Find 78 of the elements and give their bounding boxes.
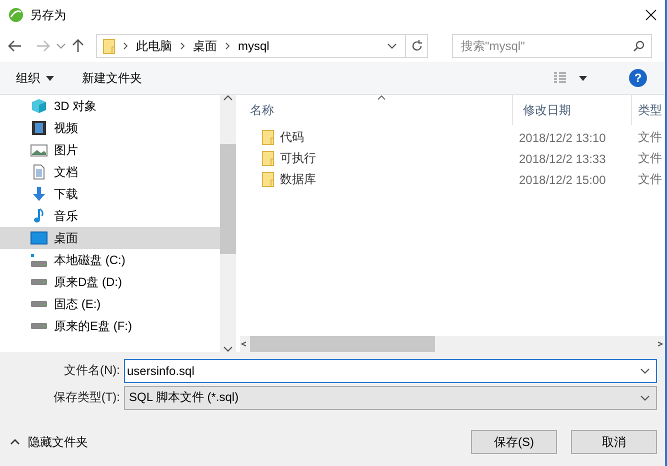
drive-icon	[31, 301, 47, 307]
chevron-down-icon	[387, 43, 397, 49]
sort-caret-icon	[377, 95, 386, 100]
close-icon[interactable]	[645, 9, 657, 21]
file-name-field[interactable]: usersinfo.sql	[124, 358, 657, 382]
folder-icon	[103, 38, 115, 54]
chevron-right-icon	[225, 42, 230, 50]
down-arrow-icon	[30, 186, 48, 202]
breadcrumb-item[interactable]: mysql	[238, 39, 270, 53]
sidebar-item[interactable]: 原来的E盘 (F:)	[0, 315, 220, 337]
sidebar-item[interactable]: 下载	[0, 183, 220, 205]
chevron-right-icon	[123, 42, 128, 50]
view-options-icon[interactable]	[553, 72, 589, 84]
help-button[interactable]: ?	[629, 69, 647, 87]
picture-icon	[30, 142, 48, 158]
breadcrumb-item[interactable]: 此电脑	[136, 38, 172, 54]
folder-icon	[262, 130, 274, 145]
file-row[interactable]: 可执行 2018/12/2 13:33 文件	[240, 148, 665, 169]
sidebar-item[interactable]: 桌面	[0, 227, 220, 249]
file-type-label: 保存类型(T):	[52, 389, 121, 406]
back-arrow-icon[interactable]	[8, 40, 22, 52]
address-bar[interactable]: 此电脑 桌面 mysql	[96, 34, 428, 58]
modified-date: 2018/12/2 15:00	[518, 172, 607, 186]
file-type: 文件	[637, 171, 663, 188]
organize-button[interactable]: 组织	[14, 68, 56, 88]
window-title: 另存为	[30, 6, 67, 24]
hide-folders-button[interactable]: 隐藏文件夹	[0, 434, 88, 450]
app-logo-icon	[8, 7, 24, 23]
sidebar-item[interactable]: 固态 (E:)	[0, 293, 220, 315]
drive-icon	[31, 323, 47, 329]
drive-icon	[31, 254, 47, 266]
sidebar-item[interactable]: 本地磁盘 (C:)	[0, 249, 220, 271]
sidebar-item[interactable]: 图片	[0, 139, 220, 161]
dropdown-triangle-icon	[46, 76, 54, 80]
new-folder-button[interactable]: 新建文件夹	[80, 68, 144, 88]
refresh-icon	[410, 40, 422, 52]
sidebar-item[interactable]: 视频	[0, 117, 220, 139]
chevron-down-icon	[640, 394, 650, 400]
scroll-down-icon	[223, 346, 233, 352]
cancel-button[interactable]: 取消	[571, 430, 657, 454]
monitor-icon	[30, 230, 48, 246]
drive-icon	[31, 279, 47, 285]
horizontal-scrollbar[interactable]	[240, 336, 665, 352]
search-icon	[633, 40, 645, 52]
save-button[interactable]: 保存(S)	[471, 430, 557, 454]
vertical-scrollbar[interactable]	[220, 95, 236, 352]
folder-icon	[262, 151, 274, 166]
breadcrumb-item[interactable]: 桌面	[193, 38, 217, 54]
search-field[interactable]: 搜索"mysql"	[452, 34, 652, 58]
chevron-down-icon	[56, 43, 66, 49]
file-type: 文件	[637, 150, 663, 167]
column-header[interactable]: 名称	[240, 95, 513, 125]
modified-date: 2018/12/2 13:33	[518, 152, 607, 166]
column-header[interactable]: 修改日期	[513, 95, 632, 125]
scroll-right-icon	[655, 341, 665, 347]
sidebar-item[interactable]: 3D 对象	[0, 95, 220, 117]
file-row[interactable]: 数据库 2018/12/2 15:00 文件	[240, 169, 665, 190]
file-type: 文件	[637, 129, 663, 146]
folder-icon	[262, 172, 274, 187]
sidebar-item[interactable]: 音乐	[0, 205, 220, 227]
chevron-right-icon	[180, 42, 185, 50]
file-row[interactable]: 代码 2018/12/2 13:10 文件	[240, 127, 665, 148]
up-arrow-icon[interactable]	[72, 39, 84, 53]
file-name: 数据库	[280, 171, 316, 188]
file-type-dropdown[interactable]: SQL 脚本文件 (*.sql)	[124, 386, 657, 410]
chevron-up-icon	[10, 439, 20, 445]
scroll-up-icon	[223, 95, 233, 101]
file-name-label: 文件名(N):	[63, 362, 121, 379]
sidebar-item[interactable]: 文档	[0, 161, 220, 183]
file-name: 代码	[280, 129, 304, 146]
chevron-down-icon	[640, 368, 650, 374]
sidebar-item[interactable]: 原来D盘 (D:)	[0, 271, 220, 293]
file-name: 可执行	[280, 150, 316, 167]
column-header[interactable]: 类型	[632, 95, 665, 125]
film-icon	[30, 120, 48, 136]
file-name-input[interactable]: usersinfo.sql	[127, 364, 640, 378]
modified-date: 2018/12/2 13:10	[518, 130, 607, 144]
cube-icon	[30, 98, 48, 114]
